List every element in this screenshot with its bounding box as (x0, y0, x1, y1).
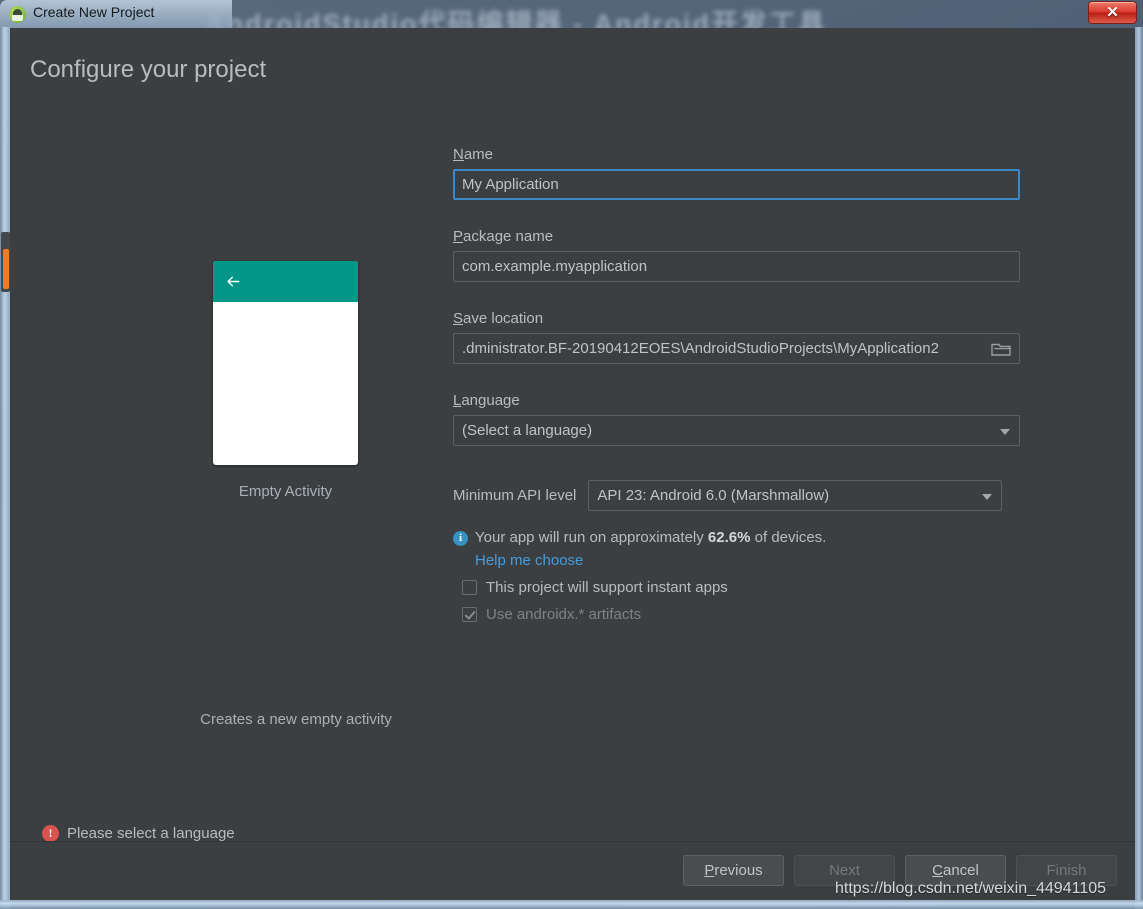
activity-preview-thumbnail (213, 261, 358, 465)
error-icon: ! (42, 825, 59, 842)
next-button-label: Next (829, 862, 860, 879)
close-button[interactable]: ✕ (1088, 1, 1137, 24)
chevron-down-icon (1000, 429, 1010, 435)
help-me-choose-link[interactable]: Help me choose (475, 552, 1033, 569)
device-coverage-text: Your app will run on approximately 62.6%… (475, 529, 826, 546)
min-api-label: Minimum API level (453, 487, 577, 504)
preview-appbar (213, 261, 358, 302)
cancel-button-mnemonic: C (932, 862, 943, 879)
screen: AndroidStudio代码编辑器 - Android开发工具 Create … (0, 0, 1143, 909)
validation-error: ! Please select a language (42, 825, 235, 842)
min-api-select-value: API 23: Android 6.0 (Marshmallow) (597, 487, 830, 504)
window-edge-bottom (0, 900, 1143, 909)
language-label-rest: anguage (461, 392, 520, 409)
dialog-body: Configure your project Empty Activity Cr… (10, 28, 1135, 900)
window-title: Create New Project (33, 4, 155, 20)
package-name-label-mnemonic: P (453, 228, 464, 245)
watermark: https://blog.csdn.net/weixin_44941105 (835, 880, 1107, 897)
cancel-button-label: ancel (942, 862, 979, 879)
save-location-input-value: .dministrator.BF-20190412EOES\AndroidStu… (462, 340, 939, 357)
package-name-label-rest: ackage name (463, 228, 554, 245)
language-label: Language (453, 392, 1033, 409)
package-name-input[interactable]: com.example.myapplication (453, 251, 1020, 282)
info-percent: 62.6% (707, 529, 751, 546)
previous-button-mnemonic: P (704, 862, 715, 879)
language-select[interactable]: (Select a language) (453, 415, 1020, 446)
button-bar-separator (10, 841, 1135, 842)
device-coverage-info: i Your app will run on approximately 62.… (453, 529, 1033, 546)
name-label-mnemonic: N (453, 146, 464, 163)
previous-button-label: revious (714, 862, 763, 879)
info-icon: i (453, 531, 468, 546)
min-api-row: Minimum API level API 23: Android 6.0 (M… (453, 480, 1033, 511)
name-label-rest: ame (463, 146, 494, 163)
info-text-before: Your app will run on approximately (475, 529, 708, 546)
activity-preview[interactable]: Empty Activity (213, 261, 358, 500)
previous-button[interactable]: Previous (683, 855, 784, 886)
project-form: Name My Application Package name com.exa… (453, 146, 1033, 623)
title-bar: Create New Project ✕ (0, 0, 1143, 28)
name-label: Name (453, 146, 1033, 163)
androidx-checkbox-row: Use androidx.* artifacts (462, 606, 1033, 623)
page-title: Configure your project (30, 56, 267, 83)
name-input[interactable]: My Application (453, 169, 1020, 200)
instant-apps-checkbox-row[interactable]: This project will support instant apps (462, 579, 1033, 596)
package-name-label: Package name (453, 228, 1033, 245)
window-edge-right (1135, 27, 1143, 909)
instant-apps-checkbox-label: This project will support instant apps (486, 579, 728, 596)
min-api-select[interactable]: API 23: Android 6.0 (Marshmallow) (588, 480, 1003, 511)
package-name-input-value: com.example.myapplication (462, 258, 648, 275)
androidx-checkbox (462, 607, 477, 622)
activity-preview-description: Creates a new empty activity (200, 711, 392, 728)
validation-error-message: Please select a language (67, 825, 235, 842)
finish-button-label: Finish (1046, 862, 1087, 879)
info-text-after: of devices. (750, 529, 827, 546)
dialog-window: Create New Project ✕ Configure your proj… (0, 0, 1143, 909)
instant-apps-checkbox[interactable] (462, 580, 477, 595)
folder-icon[interactable] (991, 341, 1011, 357)
window-edge-left (0, 27, 10, 909)
save-location-label: Save location (453, 310, 1033, 327)
background-scrollbar-thumb[interactable] (2, 249, 9, 289)
language-select-value: (Select a language) (462, 422, 593, 439)
back-arrow-icon (227, 276, 240, 287)
save-location-input[interactable]: .dministrator.BF-20190412EOES\AndroidStu… (453, 333, 1020, 364)
androidx-checkbox-label: Use androidx.* artifacts (486, 606, 642, 623)
save-location-label-mnemonic: S (453, 310, 464, 327)
name-input-value: My Application (462, 176, 559, 193)
android-studio-icon (9, 6, 26, 23)
activity-preview-label: Empty Activity (238, 483, 333, 500)
background-scrollbar[interactable] (1, 232, 10, 292)
close-icon: ✕ (1106, 4, 1119, 21)
save-location-label-rest: ave location (463, 310, 544, 327)
chevron-down-icon (982, 494, 993, 500)
